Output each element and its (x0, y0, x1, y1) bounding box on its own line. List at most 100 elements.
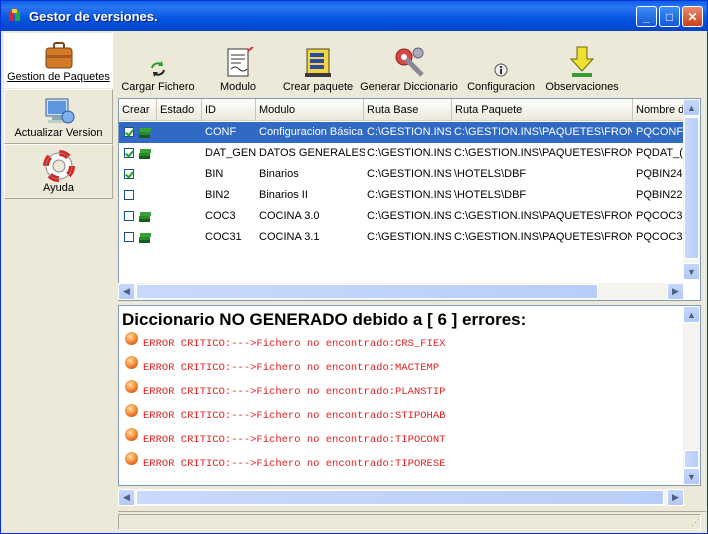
refresh-arrows-icon (151, 61, 165, 77)
column-header-ruta-paquete[interactable]: Ruta Paquete (452, 99, 633, 121)
error-bullet-icon (125, 404, 138, 417)
column-header-ruta-base[interactable]: Ruta Base (364, 99, 452, 121)
crear-checkbox[interactable] (124, 232, 134, 242)
left-nav: Gestion de Paquetes Actualizar Version A… (4, 31, 113, 199)
cell-ruta-base: C:\GESTION.INS (367, 147, 451, 159)
nav-item-label: Actualizar Version (14, 127, 103, 139)
cell-ruta-paquete: C:\GESTION.INS\PAQUETES\FRONT (454, 231, 632, 243)
maximize-icon: □ (665, 9, 674, 24)
cell-modulo: COCINA 3.1 (259, 231, 320, 243)
briefcase-icon (45, 42, 72, 69)
column-header-id[interactable]: ID (202, 99, 256, 121)
crear-checkbox[interactable] (124, 190, 134, 200)
cell-modulo: Binarios II (259, 189, 308, 201)
app-icon (9, 9, 20, 21)
cell-id: BIN2 (205, 189, 230, 201)
table-row[interactable]: CONF Configuracion Básica C:\GESTION.INS… (119, 122, 685, 143)
resize-grip-icon[interactable]: ⋰ (691, 517, 703, 529)
nav-item-gestion-paquetes[interactable]: Gestion de Paquetes (4, 33, 113, 88)
column-header-modulo[interactable]: Modulo (256, 99, 364, 121)
column-header-nombre[interactable]: Nombre d (633, 99, 685, 121)
toolbar-label: Observaciones (545, 81, 619, 93)
scroll-down-button[interactable]: ▼ (683, 263, 700, 280)
toolbar-label: Generar Diccionario (360, 81, 458, 93)
scroll-thumb[interactable] (136, 284, 598, 299)
table-row[interactable]: COC3 COCINA 3.0 C:\GESTION.INS C:\GESTIO… (119, 206, 685, 227)
configuracion-button[interactable]: Configuracion (466, 37, 536, 93)
error-summary-title: Diccionario NO GENERADO debido a [ 6 ] e… (122, 310, 527, 329)
cell-nombre: PQCOC3 (636, 210, 683, 222)
lifebuoy-icon (42, 150, 75, 182)
cell-ruta-base: C:\GESTION.INS (367, 126, 451, 138)
close-icon: ✕ (687, 9, 698, 24)
error-bullet-icon (125, 380, 138, 393)
log-vertical-scrollbar[interactable]: ▲ ▼ (683, 306, 700, 485)
app-window: Gestor de versiones. _ □ ✕ Gestion de Pa… (0, 0, 708, 534)
observaciones-button[interactable]: Observaciones (545, 37, 619, 93)
wrench-gear-icon (395, 47, 424, 77)
scroll-right-button[interactable]: ▶ (667, 489, 684, 506)
grid-horizontal-scrollbar[interactable]: ◀ ▶ (118, 283, 684, 300)
chevron-up-icon: ▲ (687, 309, 696, 320)
window-title: Gestor de versiones. (29, 8, 158, 24)
cell-id: DAT_GEN (205, 147, 257, 159)
crear-paquete-button[interactable]: Crear paquete (281, 37, 355, 93)
scroll-up-button[interactable]: ▲ (683, 306, 700, 323)
cell-nombre: PQBIN24 (636, 168, 683, 180)
close-button[interactable]: ✕ (682, 6, 703, 27)
table-row[interactable]: BIN Binarios C:\GESTION.INS \HOTELS\DBF … (119, 164, 685, 185)
column-header-estado[interactable]: Estado (157, 99, 202, 121)
crear-checkbox[interactable] (124, 148, 134, 158)
scroll-left-button[interactable]: ◀ (118, 489, 135, 506)
packages-grid[interactable]: Crear Estado ID Modulo Ruta Base Ruta Pa… (118, 98, 701, 301)
error-bullet-icon (125, 452, 138, 465)
cell-id: COC3 (205, 210, 236, 222)
scroll-thumb[interactable] (684, 117, 699, 259)
nav-item-label: Ayuda (43, 182, 74, 194)
crear-checkbox[interactable] (124, 169, 134, 179)
scroll-up-button[interactable]: ▲ (683, 99, 700, 116)
grid-vertical-scrollbar[interactable]: ▲ ▼ (683, 99, 700, 280)
cell-modulo: Configuracion Básica (259, 126, 363, 138)
cargar-fichero-button[interactable]: Cargar Fichero (121, 37, 195, 93)
crear-checkbox[interactable] (124, 127, 134, 137)
column-header-crear[interactable]: Crear (119, 99, 157, 121)
log-horizontal-scrollbar[interactable]: ◀ ▶ (118, 489, 684, 506)
toolbar-label: Cargar Fichero (121, 81, 195, 93)
cell-id: BIN (205, 168, 224, 180)
toolbar-label: Modulo (219, 81, 257, 93)
chevron-right-icon: ▶ (672, 286, 679, 296)
cell-ruta-paquete: C:\GESTION.INS\PAQUETES\FRONT (454, 210, 632, 222)
status-panel (118, 514, 701, 530)
table-row[interactable]: COC31 COCINA 3.1 C:\GESTION.INS C:\GESTI… (119, 227, 685, 248)
error-bullet-icon (125, 356, 138, 369)
title-bar[interactable]: Gestor de versiones. _ □ ✕ (1, 1, 707, 31)
scroll-thumb[interactable] (136, 490, 664, 505)
cell-nombre: PQCONF (636, 126, 684, 138)
scroll-left-button[interactable]: ◀ (118, 283, 135, 300)
cell-id: COC31 (205, 231, 242, 243)
crear-checkbox[interactable] (124, 211, 134, 221)
table-row[interactable]: DAT_GEN DATOS GENERALES C:\GESTION.INS C… (119, 143, 685, 164)
cell-nombre: PQCOC3 (636, 231, 683, 243)
table-row[interactable]: BIN2 Binarios II C:\GESTION.INS \HOTELS\… (119, 185, 685, 206)
generar-diccionario-button[interactable]: Generar Diccionario (360, 37, 458, 93)
error-log-panel[interactable]: Diccionario NO GENERADO debido a [ 6 ] e… (118, 305, 701, 486)
scroll-down-button[interactable]: ▼ (683, 468, 700, 485)
nav-item-ayuda[interactable]: Ayuda (4, 144, 113, 199)
cell-ruta-base: C:\GESTION.INS (367, 168, 451, 180)
error-bullet-icon (125, 428, 138, 441)
chevron-left-icon: ◀ (123, 286, 130, 296)
chevron-right-icon: ▶ (672, 492, 679, 502)
nav-item-label: Gestion de Paquetes (7, 71, 110, 83)
scroll-right-button[interactable]: ▶ (667, 283, 684, 300)
scroll-thumb[interactable] (684, 450, 699, 468)
cell-ruta-paquete: \HOTELS\DBF (454, 189, 527, 201)
maximize-button[interactable]: □ (659, 6, 680, 27)
toolbar-label: Configuracion (467, 81, 535, 93)
modulo-button[interactable]: Modulo (213, 37, 263, 93)
cell-nombre: PQBIN22 (636, 189, 683, 201)
nav-item-actualizar-version[interactable]: Actualizar Version (4, 89, 113, 144)
minimize-button[interactable]: _ (636, 6, 657, 27)
error-bullet-icon (125, 332, 138, 345)
